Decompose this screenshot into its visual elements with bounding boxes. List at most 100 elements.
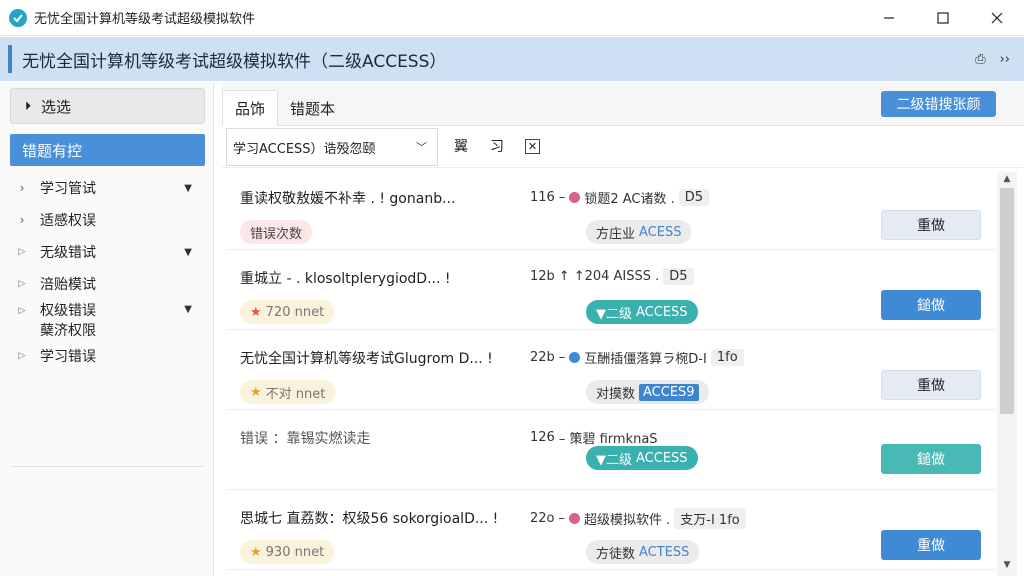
tabs-bar: 品饰 错题本 二级错搜张颜: [222, 82, 1024, 126]
score-badge: ★ 720 nnet: [240, 300, 335, 324]
sidebar-item-sublabel: 蘖济权限: [40, 323, 96, 339]
toolbar-tool-2[interactable]: 习: [490, 136, 504, 156]
badge-access: ACESS: [639, 224, 682, 240]
filter-button[interactable]: ⏵ 选选: [10, 88, 205, 124]
play-icon: ⏵: [25, 98, 32, 113]
status-dot-icon: [569, 513, 580, 524]
question-title: 无忧全国计算机等级考试Glugrom D... !: [240, 351, 493, 367]
question-code: D5: [678, 189, 710, 206]
question-title: 重读权敬敖媛不补幸 . ! gonanb...: [240, 191, 456, 207]
toolbar-tool-1[interactable]: 翼: [454, 136, 468, 156]
sidebar-item-4[interactable]: ▷ 权级错误 蘖济权限 ▼: [14, 300, 204, 340]
category-select[interactable]: 学习ACCESS）诰殁忽颐 ﹀: [226, 128, 438, 166]
question-title-text: 重城立 - . klosoltplerygiodD... !: [240, 271, 451, 287]
redo-button[interactable]: 鎚做: [881, 290, 981, 320]
sidebar-list: › 学习管试 ▼ › 适感权误 ▷ 无级错试 ▼ ▷ 涪贻模试 ▷ 权级错误 蘖…: [14, 172, 204, 372]
question-code: 1fo: [710, 349, 744, 366]
error-count-badge: 错误次数: [240, 220, 313, 244]
meta-text: 锁题2 AC诸数 .: [584, 192, 675, 207]
badge-access: ACCESS: [636, 450, 688, 466]
maximize-button[interactable]: [916, 0, 970, 36]
tab-wrong-questions[interactable]: 错题本: [278, 90, 347, 126]
badge-label: 不对 nnet: [265, 386, 326, 402]
list-item[interactable]: 重读权敬敖媛不补幸 . ! gonanb... 116 – 锁题2 AC诸数 .…: [226, 172, 996, 250]
redo-button[interactable]: 重做: [881, 530, 981, 560]
subject-badge: 对摸数 ACCES9: [586, 380, 709, 404]
question-meta: 12b ↑ ↑204 AISSS . D5: [530, 268, 694, 285]
badge-label: ▼二级: [596, 306, 632, 322]
subject-badge: ▼二级 ACCESS: [586, 446, 698, 470]
minimize-icon: [884, 17, 894, 19]
scroll-up-icon[interactable]: ▲: [997, 174, 1017, 188]
question-title: 错误 ：靠锡实燃读走: [240, 431, 371, 447]
sidebar: ⏵ 选选 错题有控 › 学习管试 ▼ › 适感权误 ▷ 无级错试 ▼ ▷ 涪贻模…: [0, 82, 214, 576]
list-item[interactable]: 无忧全国计算机等级考试Glugrom D... ! 22b – 互酬插僵落算ラ椀…: [226, 332, 996, 410]
dropdown-arrow-icon[interactable]: ▼: [184, 304, 192, 315]
list-item[interactable]: 错误 ：靠锡实燃读走 126 – 策碧 firmknaS ▼二级 ACCESS …: [226, 412, 996, 490]
badge-label: 方徒数: [596, 546, 636, 562]
close-icon: [991, 12, 1003, 24]
sidebar-item-label: 学习错误: [40, 349, 96, 365]
expand-icon[interactable]: ››: [1000, 52, 1010, 67]
scroll-down-icon[interactable]: ▼: [997, 560, 1017, 574]
window-controls: [862, 0, 1024, 36]
star-icon: ★: [250, 304, 262, 320]
sidebar-item-label: 无级错试: [40, 245, 96, 261]
subject-badge: ▼二级 ACCESS: [586, 300, 698, 324]
question-number: 126: [530, 430, 555, 445]
badge-access: ACCESS: [636, 304, 688, 320]
triangle-right-icon: ▷: [18, 306, 26, 316]
primary-action-button[interactable]: 二级错搜张颜: [881, 91, 996, 117]
print-icon[interactable]: ⎙: [975, 52, 985, 67]
sidebar-item-label: 权级错误: [40, 303, 96, 319]
sidebar-item-5[interactable]: ▷ 学习错误: [14, 340, 204, 372]
clear-box-icon[interactable]: ✕: [525, 139, 540, 154]
sidebar-item-0[interactable]: › 学习管试 ▼: [14, 172, 204, 204]
minimize-button[interactable]: [862, 0, 916, 36]
sidebar-item-label: 适感权误: [40, 213, 96, 229]
meta-separator: ↑: [558, 269, 570, 284]
app-header: 无忧全国计算机等级考试超级模拟软件（二级ACCESS） ⎙ ››: [0, 37, 1024, 81]
meta-separator: –: [558, 350, 566, 365]
redo-button[interactable]: 重做: [881, 370, 981, 400]
chevron-right-icon: ›: [19, 213, 25, 227]
list-item[interactable]: 思城七 直荔数：权级56 sokorgioalD... ! 22o – 超级模拟…: [226, 492, 996, 570]
window-title: 无忧全国计算机等级考试超级模拟软件: [34, 12, 256, 27]
sidebar-item-1[interactable]: › 适感权误: [14, 204, 204, 236]
subject-badge: 方徒数 ACTESS: [586, 540, 700, 564]
meta-text: ↑204 AISSS .: [573, 269, 660, 284]
badge-label: 930 nnet: [265, 544, 325, 560]
scrollbar-thumb[interactable]: [1000, 188, 1014, 414]
question-code: 支万-I 1fo: [674, 508, 746, 529]
maximize-icon: [937, 12, 949, 24]
header-title: 无忧全国计算机等级考试超级模拟软件（二级ACCESS）: [22, 51, 447, 72]
close-button[interactable]: [970, 0, 1024, 36]
chevron-down-icon: ﹀: [416, 141, 427, 154]
badge-label: 错误次数: [250, 226, 303, 242]
meta-separator: –: [558, 511, 566, 526]
question-title: 重城立 - . klosoltplerygiodD... !: [240, 268, 451, 288]
redo-button[interactable]: 鎚做: [881, 444, 981, 474]
star-icon: ★: [250, 384, 262, 400]
sidebar-item-3[interactable]: ▷ 涪贻模试: [14, 268, 204, 300]
status-dot-icon: [569, 192, 581, 203]
filter-button-label: 选选: [41, 97, 72, 116]
tab-overview[interactable]: 品饰: [222, 90, 279, 126]
question-number: 116: [530, 190, 555, 205]
dropdown-arrow-icon[interactable]: ▼: [184, 247, 192, 258]
sidebar-item-label: 错题有控: [22, 141, 83, 160]
list-item[interactable]: 重城立 - . klosoltplerygiodD... ! 12b ↑ ↑20…: [226, 252, 996, 330]
sidebar-item-active[interactable]: 错题有控: [10, 134, 205, 166]
redo-button[interactable]: 重做: [881, 210, 981, 240]
sidebar-divider: [10, 466, 205, 467]
question-list: 重读权敬敖媛不补幸 . ! gonanb... 116 – 锁题2 AC诸数 .…: [226, 172, 996, 576]
meta-text: 超级模拟软件 .: [584, 513, 671, 528]
question-number: 22o: [530, 511, 555, 526]
dropdown-arrow-icon[interactable]: ▼: [184, 183, 192, 194]
meta-text: – 策碧 firmknaS: [558, 432, 658, 447]
badge-access: ACTESS: [639, 544, 690, 560]
app-logo-icon: [9, 8, 27, 27]
vertical-scrollbar[interactable]: ▲ ▼: [997, 172, 1017, 576]
sidebar-item-2[interactable]: ▷ 无级错试 ▼: [14, 236, 204, 268]
badge-access: ACCES9: [639, 383, 699, 401]
